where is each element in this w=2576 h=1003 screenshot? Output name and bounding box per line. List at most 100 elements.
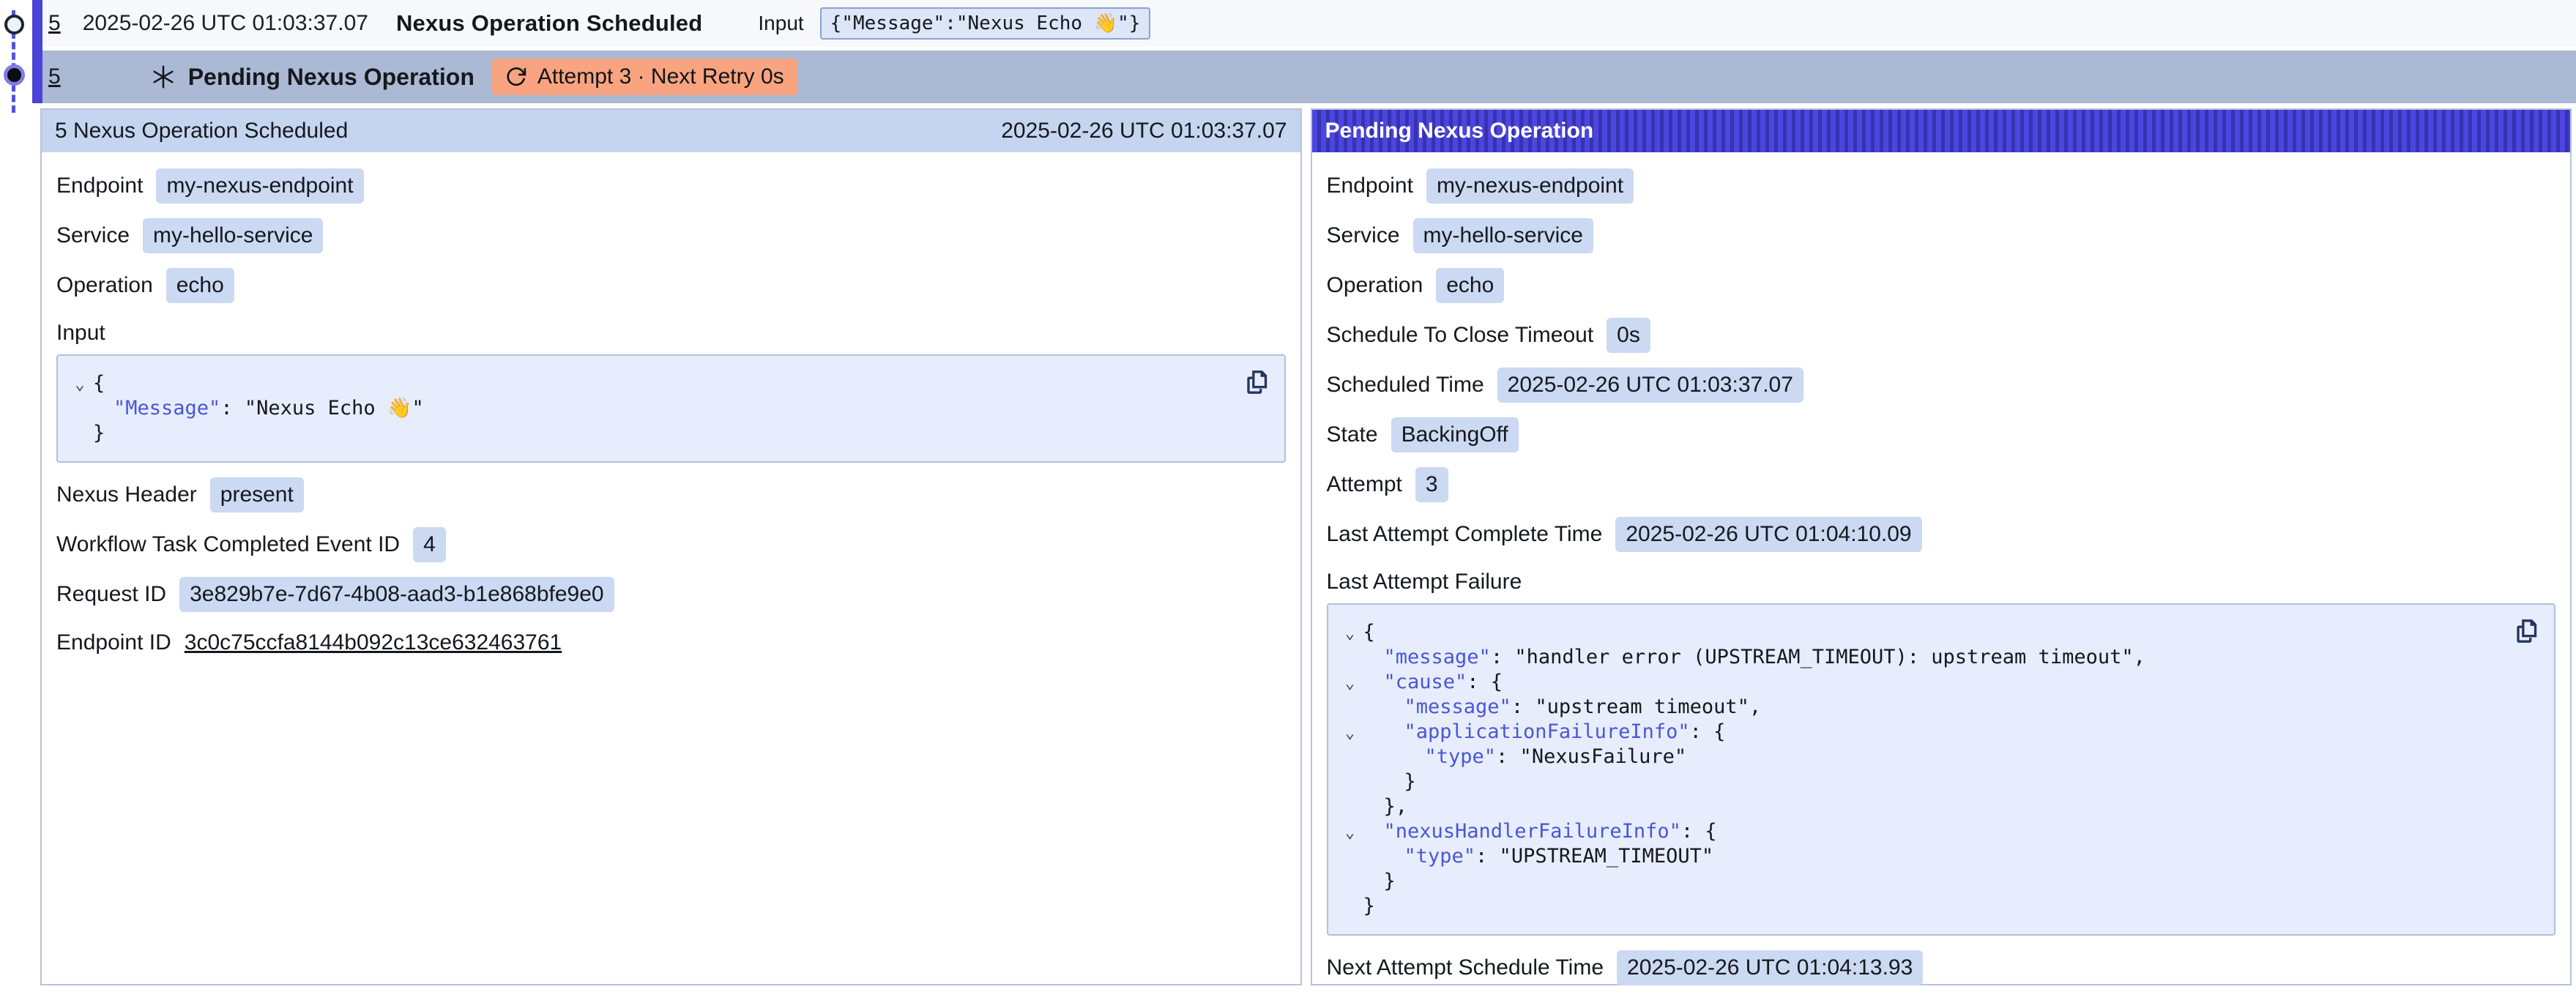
field-endpoint-id: Endpoint ID 3c0c75ccfa8144b092c13ce63246… xyxy=(56,627,1286,659)
scheduled-panel-timestamp: 2025-02-26 UTC 01:03:37.07 xyxy=(1001,119,1287,143)
field-value-badge: 2025-02-26 UTC 01:03:37.07 xyxy=(1497,368,1803,403)
json-value: : { xyxy=(1690,720,1726,743)
json-value: : { xyxy=(1467,671,1503,693)
pending-panel-header: Pending Nexus Operation xyxy=(1312,110,2571,152)
copy-icon[interactable] xyxy=(1242,368,1271,397)
code-line: "cause": { xyxy=(1337,670,2504,695)
code-line: { xyxy=(67,371,1233,396)
field-operation: Operation echo xyxy=(1327,268,2556,303)
json-value: : "Nexus Echo 👋" xyxy=(220,397,423,420)
json-punctuation: } xyxy=(1363,894,1375,919)
code-line: } xyxy=(1337,869,2504,894)
field-value-badge: 4 xyxy=(413,527,446,562)
scheduled-panel-body: Endpoint my-nexus-endpoint Service my-he… xyxy=(42,152,1300,676)
collapse-chevron-icon[interactable] xyxy=(1337,720,1363,745)
json-key: "nexusHandlerFailureInfo" xyxy=(1384,820,1681,843)
code-line: "message": "handler error (UPSTREAM_TIME… xyxy=(1337,645,2504,670)
field-label: State xyxy=(1327,422,1378,447)
field-value-badge: my-hello-service xyxy=(1413,218,1593,253)
field-label: Schedule To Close Timeout xyxy=(1327,323,1594,348)
json-value: : "UPSTREAM_TIMEOUT" xyxy=(1475,845,1713,868)
pending-event-name: Pending Nexus Operation xyxy=(188,64,474,91)
json-key: "message" xyxy=(1404,696,1511,718)
code-line: "type": "NexusFailure" xyxy=(1337,745,2504,769)
field-label: Endpoint xyxy=(1327,174,1413,198)
json-key: "message" xyxy=(1384,646,1491,668)
field-label: Nexus Header xyxy=(56,482,197,507)
selected-event-indicator-bar xyxy=(32,0,42,103)
timeline-current-dot xyxy=(4,64,25,86)
json-key: "type" xyxy=(1404,845,1476,868)
field-service: Service my-hello-service xyxy=(56,218,1286,253)
collapse-chevron-icon[interactable] xyxy=(67,371,93,396)
field-last-attempt-complete-time: Last Attempt Complete Time 2025-02-26 UT… xyxy=(1327,517,2556,552)
last-attempt-failure-label: Last Attempt Failure xyxy=(1327,570,2556,594)
collapse-chevron-icon[interactable] xyxy=(1337,620,1363,645)
failure-json-viewer: { "message": "handler error (UPSTREAM_TI… xyxy=(1327,603,2556,936)
event-id-link[interactable]: 5 xyxy=(48,11,61,36)
code-line: "Message": "Nexus Echo 👋" xyxy=(67,396,1233,421)
field-value-badge: 2025-02-26 UTC 01:04:13.93 xyxy=(1617,950,1923,985)
field-value-badge: 3 xyxy=(1415,467,1448,502)
json-key: "applicationFailureInfo" xyxy=(1404,720,1690,743)
field-value-badge: BackingOff xyxy=(1391,417,1519,452)
input-json-viewer: { "Message": "Nexus Echo 👋" } xyxy=(56,354,1286,463)
event-timestamp: 2025-02-26 UTC 01:03:37.07 xyxy=(83,11,368,36)
pending-operation-panel: Pending Nexus Operation Endpoint my-nexu… xyxy=(1311,108,2572,985)
pending-asterisk-icon xyxy=(150,64,176,90)
field-schedule-to-close-timeout: Schedule To Close Timeout 0s xyxy=(1327,318,2556,353)
json-value: : "handler error (UPSTREAM_TIMEOUT): ups… xyxy=(1491,646,2145,668)
retry-icon xyxy=(505,66,527,88)
json-value: : "upstream timeout", xyxy=(1511,696,1761,718)
field-endpoint: Endpoint my-nexus-endpoint xyxy=(1327,168,2556,204)
code-line: { xyxy=(1337,620,2504,645)
event-input-label: Input xyxy=(758,12,803,35)
collapse-chevron-icon[interactable] xyxy=(1337,819,1363,844)
field-value-badge: my-nexus-endpoint xyxy=(1426,168,1634,204)
field-endpoint: Endpoint my-nexus-endpoint xyxy=(56,168,1286,204)
json-punctuation: { xyxy=(93,371,105,396)
collapse-chevron-icon[interactable] xyxy=(1337,670,1363,695)
field-label: Attempt xyxy=(1327,472,1402,497)
field-scheduled-time: Scheduled Time 2025-02-26 UTC 01:03:37.0… xyxy=(1327,368,2556,403)
field-next-attempt-schedule-time: Next Attempt Schedule Time 2025-02-26 UT… xyxy=(1327,950,2556,985)
json-value: : "NexusFailure" xyxy=(1496,745,1686,768)
field-label: Scheduled Time xyxy=(1327,373,1484,398)
code-line: "nexusHandlerFailureInfo": { xyxy=(1337,819,2504,844)
json-key: "cause" xyxy=(1384,671,1467,693)
temporal-event-history-view: { "colors": { "accent_indigo": "#4b42d8"… xyxy=(0,0,2576,956)
code-line: "applicationFailureInfo": { xyxy=(1337,720,2504,745)
copy-icon[interactable] xyxy=(2512,616,2541,646)
code-line: }, xyxy=(1337,794,2504,819)
field-value-badge: echo xyxy=(1436,268,1504,303)
field-value-badge: echo xyxy=(166,268,234,303)
retry-badge-text: Attempt 3 · Next Retry 0s xyxy=(537,64,784,89)
code-line: "message": "upstream timeout", xyxy=(1337,695,2504,720)
json-punctuation: } xyxy=(1363,769,1416,794)
field-label: Next Attempt Schedule Time xyxy=(1327,955,1604,980)
field-label: Operation xyxy=(1327,273,1423,298)
event-history-rows: 5 2025-02-26 UTC 01:03:37.07 Nexus Opera… xyxy=(42,0,2576,103)
field-nexus-header: Nexus Header present xyxy=(56,477,1286,512)
event-input-preview-pill[interactable]: {"Message":"Nexus Echo 👋"} xyxy=(820,7,1151,40)
pending-event-id-link[interactable]: 5 xyxy=(48,64,61,89)
endpoint-id-link[interactable]: 3c0c75ccfa8144b092c13ce632463761 xyxy=(185,630,562,655)
field-workflow-task-completed-event-id: Workflow Task Completed Event ID 4 xyxy=(56,527,1286,562)
field-value-badge: 2025-02-26 UTC 01:04:10.09 xyxy=(1615,517,1921,552)
code-line: } xyxy=(67,421,1233,446)
json-punctuation: }, xyxy=(1363,794,1408,819)
field-state: State BackingOff xyxy=(1327,417,2556,452)
event-row-pending[interactable]: 5 Pending Nexus Operation Attempt 3 · Ne… xyxy=(42,51,2576,103)
code-line: } xyxy=(1337,894,2504,919)
input-section-label: Input xyxy=(56,321,1286,346)
field-value-badge: my-nexus-endpoint xyxy=(156,168,363,204)
field-value-badge: 3e829b7e-7d67-4b08-aad3-b1e868bfe9e0 xyxy=(179,577,614,612)
code-line: } xyxy=(1337,769,2504,794)
field-label: Service xyxy=(1327,223,1400,248)
detail-panels: 5 Nexus Operation Scheduled 2025-02-26 U… xyxy=(40,108,2572,985)
field-request-id: Request ID 3e829b7e-7d67-4b08-aad3-b1e86… xyxy=(56,577,1286,612)
json-key: "Message" xyxy=(113,397,220,420)
event-row-scheduled[interactable]: 5 2025-02-26 UTC 01:03:37.07 Nexus Opera… xyxy=(42,0,2576,47)
timeline-event-dot xyxy=(4,15,24,34)
pending-panel-title: Pending Nexus Operation xyxy=(1325,119,1594,143)
